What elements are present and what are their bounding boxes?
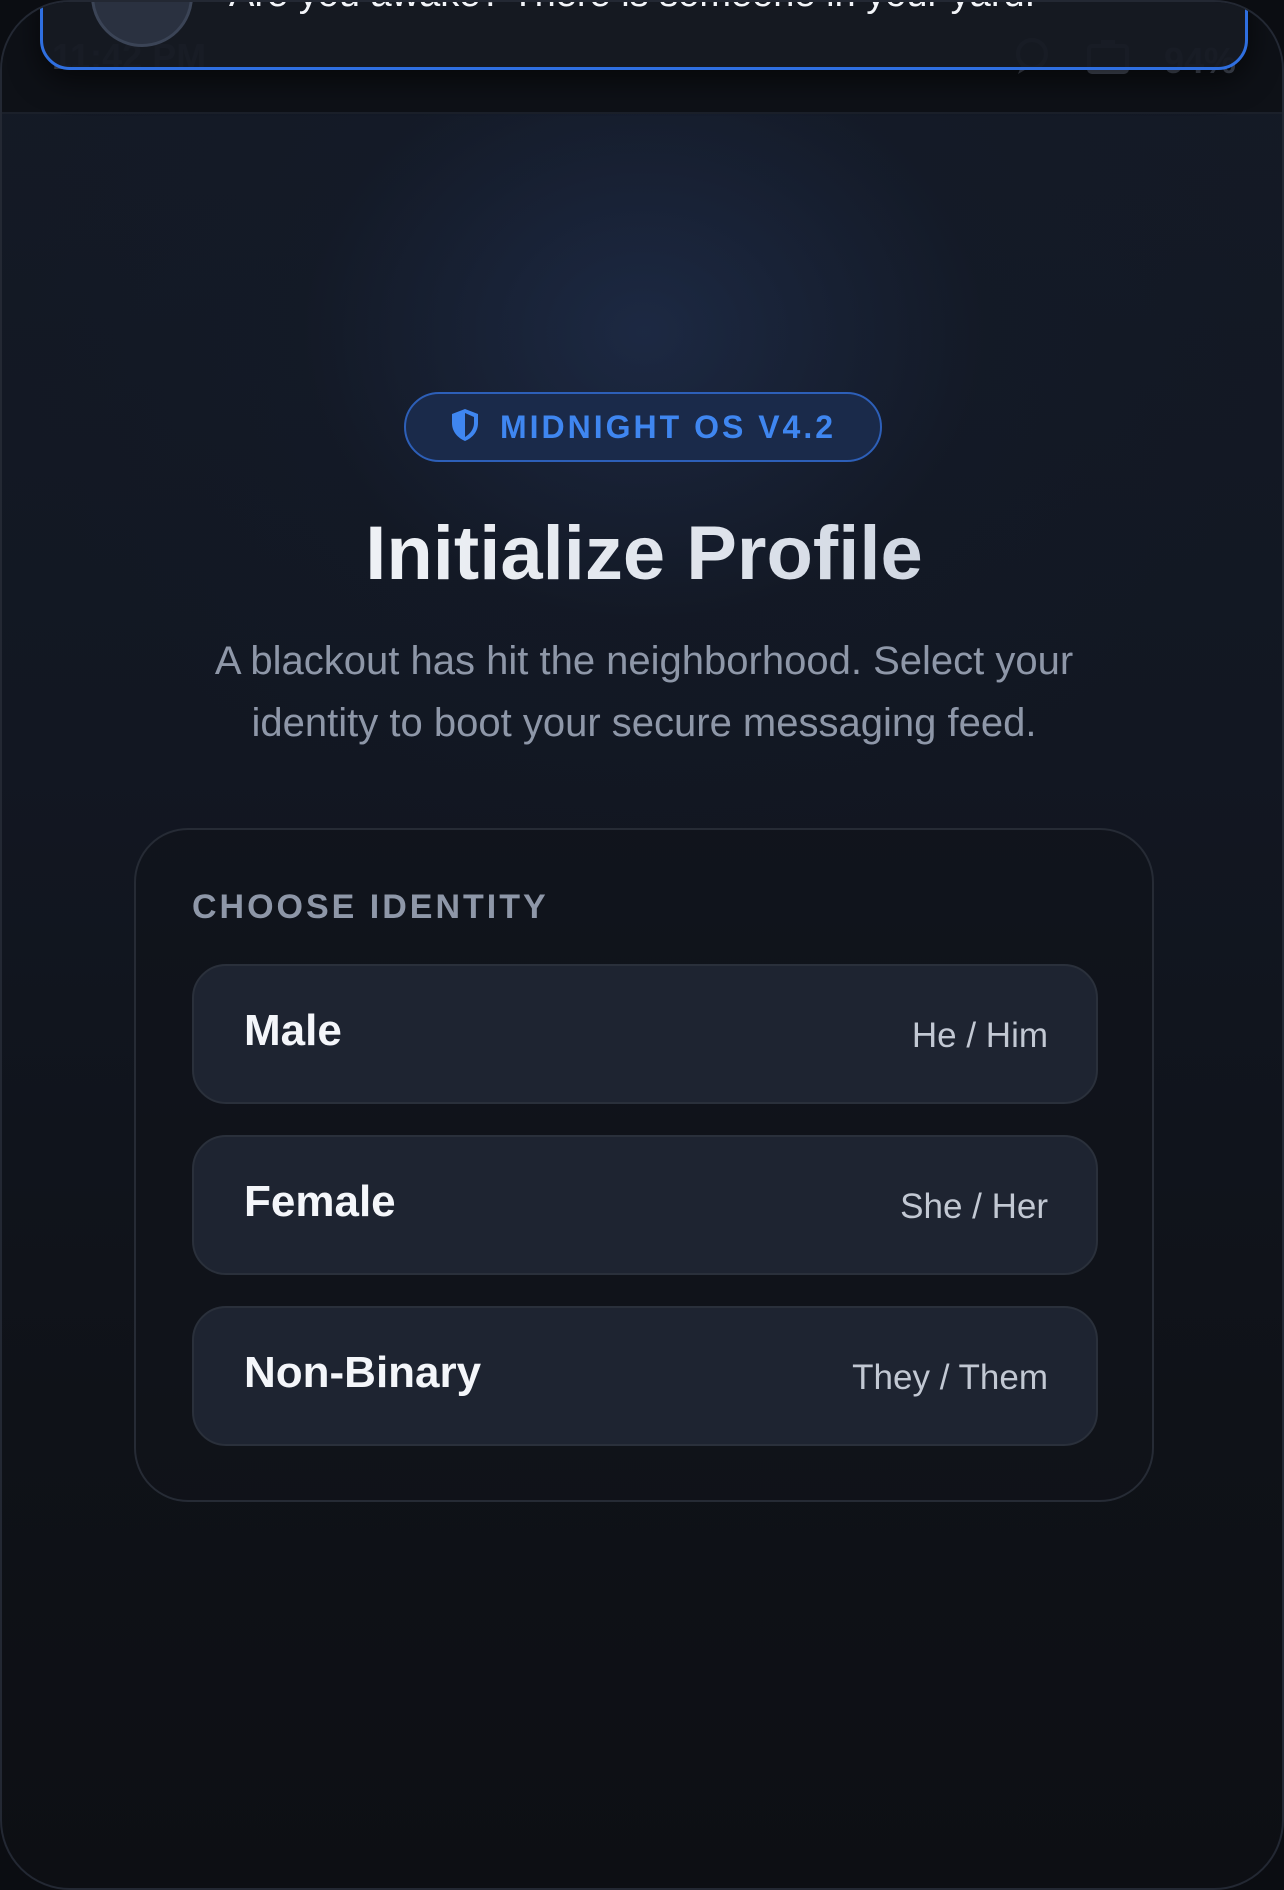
shield-icon bbox=[450, 408, 480, 447]
avatar: Con bbox=[91, 2, 193, 47]
os-version-label: MIDNIGHT OS V4.2 bbox=[499, 408, 837, 445]
option-pronouns: They / Them bbox=[852, 1358, 1048, 1397]
page-title: Initialize Profile bbox=[2, 510, 1282, 597]
os-version-badge: MIDNIGHT OS V4.2 bbox=[404, 392, 882, 462]
option-label: Female bbox=[244, 1177, 396, 1226]
phone-screen: 11:42 PM 94% Con Are you awake? There is… bbox=[0, 0, 1284, 1890]
identity-option-female[interactable]: Female She / Her bbox=[192, 1135, 1098, 1275]
option-label: Male bbox=[244, 1006, 342, 1055]
option-pronouns: He / Him bbox=[911, 1016, 1048, 1055]
identity-option-non-binary[interactable]: Non-Binary They / Them bbox=[192, 1306, 1098, 1446]
identity-option-male[interactable]: Male He / Him bbox=[192, 964, 1098, 1104]
page-subtitle: A blackout has hit the neighborhood. Sel… bbox=[214, 639, 1074, 745]
message-notification[interactable]: Con Are you awake? There is someone in y… bbox=[40, 2, 1248, 70]
option-label: Non-Binary bbox=[244, 1348, 482, 1397]
option-pronouns: She / Her bbox=[900, 1187, 1048, 1226]
notification-message: Are you awake? There is someone in your … bbox=[229, 2, 1035, 16]
identity-card: CHOOSE IDENTITY Male He / Him Female She… bbox=[134, 828, 1154, 1502]
section-label: CHOOSE IDENTITY bbox=[192, 888, 549, 926]
